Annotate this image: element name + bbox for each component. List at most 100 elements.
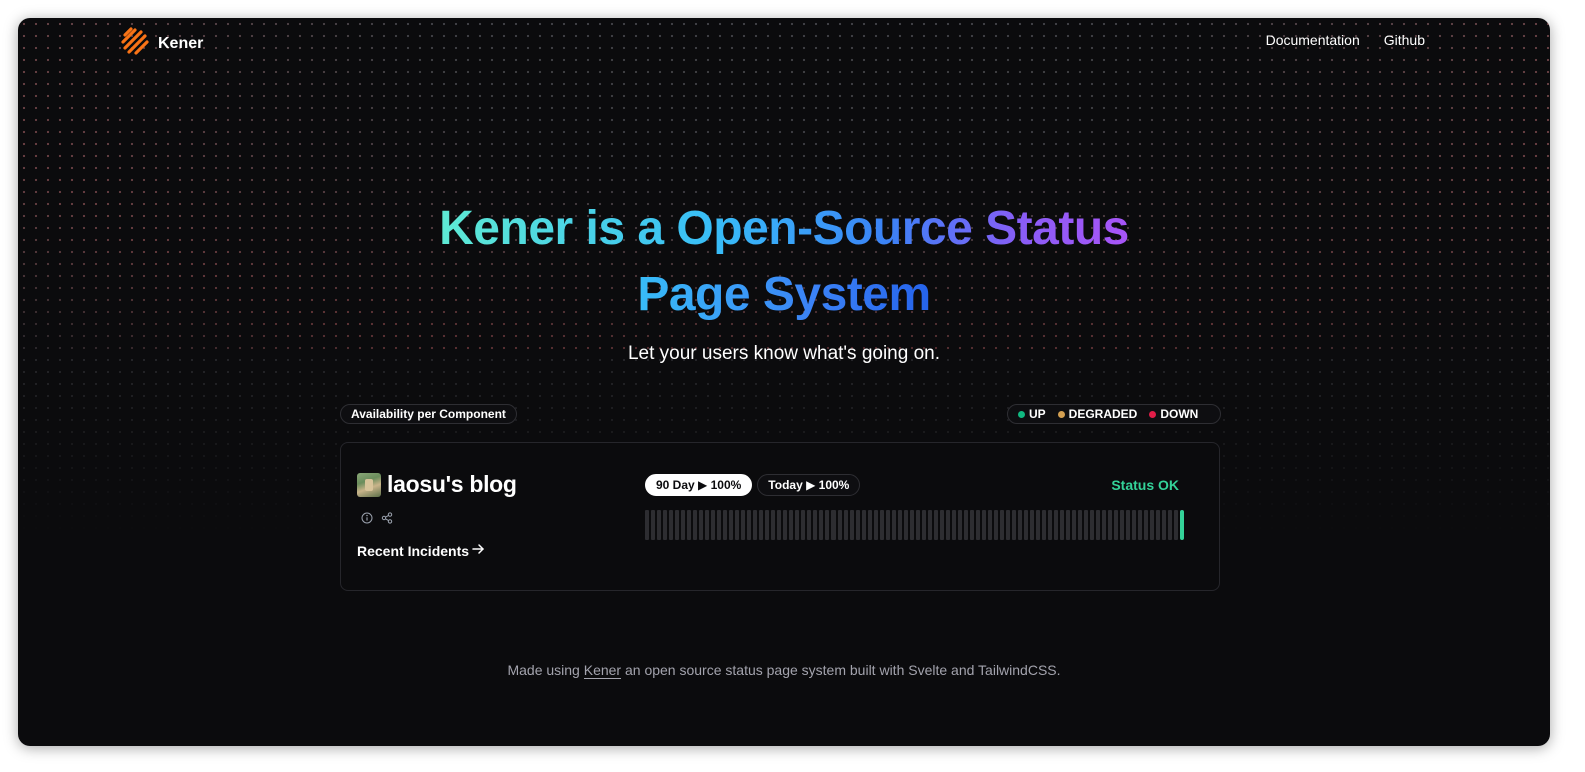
uptime-bar[interactable] xyxy=(879,510,884,540)
uptime-bar[interactable] xyxy=(1168,510,1173,540)
uptime-bar[interactable] xyxy=(1042,510,1047,540)
uptime-bar[interactable] xyxy=(813,510,818,540)
uptime-bar[interactable] xyxy=(1144,510,1149,540)
uptime-bar[interactable] xyxy=(753,510,758,540)
uptime-bar[interactable] xyxy=(1060,510,1065,540)
uptime-bar[interactable] xyxy=(645,510,650,540)
uptime-bar[interactable] xyxy=(711,510,716,540)
uptime-bar[interactable] xyxy=(681,510,686,540)
uptime-bar[interactable] xyxy=(747,510,752,540)
uptime-bar[interactable] xyxy=(651,510,656,540)
uptime-bar[interactable] xyxy=(1138,510,1143,540)
uptime-bar[interactable] xyxy=(759,510,764,540)
uptime-bar[interactable] xyxy=(1005,510,1010,540)
uptime-bar[interactable] xyxy=(807,510,812,540)
uptime-bar[interactable] xyxy=(885,510,890,540)
recent-incidents-link[interactable]: Recent Incidents xyxy=(357,542,485,559)
uptime-bar[interactable] xyxy=(957,510,962,540)
uptime-bar[interactable] xyxy=(975,510,980,540)
uptime-bar[interactable] xyxy=(1090,510,1095,540)
uptime-bar[interactable] xyxy=(969,510,974,540)
uptime-bar[interactable] xyxy=(1102,510,1107,540)
uptime-bar[interactable] xyxy=(1048,510,1053,540)
uptime-bar[interactable] xyxy=(717,510,722,540)
uptime-bar[interactable] xyxy=(1126,510,1131,540)
uptime-bar[interactable] xyxy=(1011,510,1016,540)
uptime-bar[interactable] xyxy=(891,510,896,540)
uptime-bar[interactable] xyxy=(777,510,782,540)
uptime-bar[interactable] xyxy=(765,510,770,540)
uptime-bar[interactable] xyxy=(669,510,674,540)
uptime-bar[interactable] xyxy=(999,510,1004,540)
uptime-bar[interactable] xyxy=(1078,510,1083,540)
uptime-bar[interactable] xyxy=(1030,510,1035,540)
uptime-bar[interactable] xyxy=(867,510,872,540)
info-icon[interactable] xyxy=(361,512,373,524)
uptime-bar[interactable] xyxy=(771,510,776,540)
uptime-bar[interactable] xyxy=(735,510,740,540)
uptime-bar[interactable] xyxy=(1096,510,1101,540)
uptime-bar[interactable] xyxy=(783,510,788,540)
uptime-bar[interactable] xyxy=(861,510,866,540)
uptime-bar[interactable] xyxy=(663,510,668,540)
uptime-bar[interactable] xyxy=(729,510,734,540)
uptime-bar[interactable] xyxy=(693,510,698,540)
uptime-bar[interactable] xyxy=(1150,510,1155,540)
uptime-bar[interactable] xyxy=(741,510,746,540)
footer-kener-link[interactable]: Kener xyxy=(583,662,622,679)
uptime-bar[interactable] xyxy=(903,510,908,540)
nav-link-documentation[interactable]: Documentation xyxy=(1266,32,1360,48)
uptime-bar[interactable] xyxy=(849,510,854,540)
uptime-bar[interactable] xyxy=(1156,510,1161,540)
uptime-bar[interactable] xyxy=(795,510,800,540)
uptime-bar[interactable] xyxy=(1084,510,1089,540)
uptime-bar[interactable] xyxy=(1114,510,1119,540)
uptime-bar[interactable] xyxy=(1108,510,1113,540)
uptime-bar[interactable] xyxy=(843,510,848,540)
uptime-bar[interactable] xyxy=(897,510,902,540)
uptime-bar[interactable] xyxy=(801,510,806,540)
uptime-bar[interactable] xyxy=(1132,510,1137,540)
uptime-bar[interactable] xyxy=(687,510,692,540)
uptime-bar[interactable] xyxy=(723,510,728,540)
uptime-bar[interactable] xyxy=(921,510,926,540)
tab-today[interactable]: Today ▶ 100% xyxy=(757,474,861,496)
uptime-bar[interactable] xyxy=(675,510,680,540)
uptime-bar[interactable] xyxy=(1023,510,1028,540)
uptime-bar[interactable] xyxy=(951,510,956,540)
uptime-bar[interactable] xyxy=(789,510,794,540)
uptime-bar-today[interactable] xyxy=(1180,510,1185,540)
uptime-bar[interactable] xyxy=(873,510,878,540)
uptime-bar[interactable] xyxy=(915,510,920,540)
uptime-bar[interactable] xyxy=(993,510,998,540)
uptime-bar[interactable] xyxy=(927,510,932,540)
uptime-bar[interactable] xyxy=(657,510,662,540)
brand-link[interactable]: Kener xyxy=(120,27,203,60)
legend-up-dot xyxy=(1018,410,1025,418)
uptime-bar[interactable] xyxy=(1162,510,1167,540)
uptime-bar[interactable] xyxy=(825,510,830,540)
uptime-bar[interactable] xyxy=(1066,510,1071,540)
uptime-bar[interactable] xyxy=(705,510,710,540)
uptime-bar[interactable] xyxy=(837,510,842,540)
uptime-bar[interactable] xyxy=(1120,510,1125,540)
uptime-bar[interactable] xyxy=(987,510,992,540)
uptime-bar[interactable] xyxy=(963,510,968,540)
uptime-bar[interactable] xyxy=(981,510,986,540)
uptime-bar[interactable] xyxy=(1072,510,1077,540)
uptime-bar[interactable] xyxy=(945,510,950,540)
uptime-bar[interactable] xyxy=(1174,510,1179,540)
uptime-bar[interactable] xyxy=(933,510,938,540)
uptime-bar[interactable] xyxy=(819,510,824,540)
tab-90-day[interactable]: 90 Day ▶ 100% xyxy=(645,474,753,496)
uptime-bar[interactable] xyxy=(831,510,836,540)
uptime-bar[interactable] xyxy=(939,510,944,540)
uptime-bar[interactable] xyxy=(1054,510,1059,540)
uptime-bar[interactable] xyxy=(855,510,860,540)
nav-link-github[interactable]: Github xyxy=(1384,32,1425,48)
uptime-bar[interactable] xyxy=(1036,510,1041,540)
uptime-bar[interactable] xyxy=(699,510,704,540)
uptime-bar[interactable] xyxy=(909,510,914,540)
share-icon[interactable] xyxy=(381,512,393,524)
uptime-bar[interactable] xyxy=(1017,510,1022,540)
